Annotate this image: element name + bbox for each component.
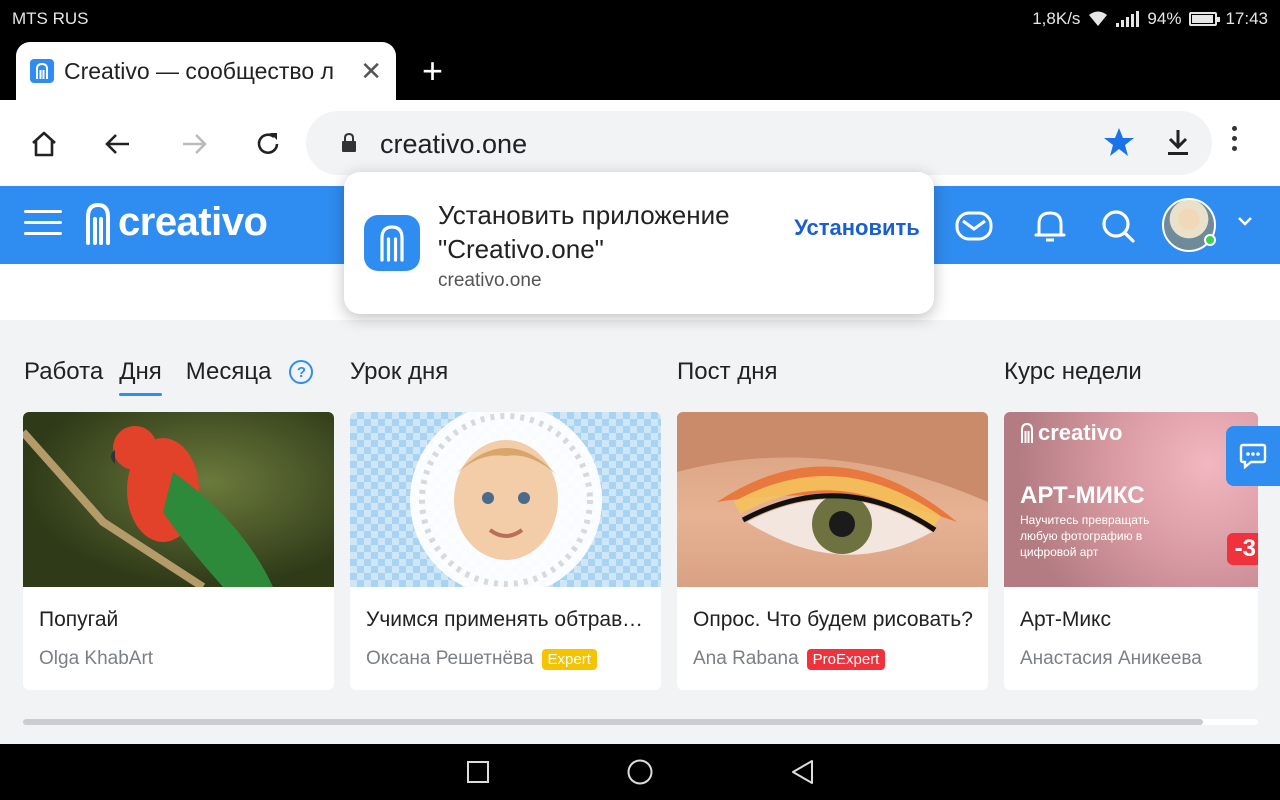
card-title[interactable]: Арт-Микс xyxy=(1020,608,1250,632)
creativo-favicon xyxy=(30,59,54,83)
recent-apps-icon[interactable] xyxy=(466,758,490,791)
featured-content: Работа Дня Месяца ? Урок дня Пост дня Ку… xyxy=(0,320,1280,744)
tab-title: Creativo — сообщество л xyxy=(64,57,334,84)
url-text[interactable]: creativo.one xyxy=(380,129,527,160)
notifications-bell-icon[interactable] xyxy=(1028,204,1072,248)
wifi-icon xyxy=(1088,11,1108,27)
download-icon[interactable] xyxy=(1162,127,1194,164)
horizontal-scrollbar[interactable] xyxy=(23,719,1258,725)
work-of-day-card[interactable]: Попугай Olga KhabArt xyxy=(23,412,334,690)
card-author[interactable]: Ana Rabana ProExpert xyxy=(693,648,886,670)
card-author[interactable]: Анастасия Аникеева xyxy=(1020,648,1202,670)
post-of-day-heading: Пост дня xyxy=(677,358,778,385)
system-navigation-bar xyxy=(0,744,1280,800)
clock: 17:43 xyxy=(1225,9,1268,28)
more-menu-icon[interactable] xyxy=(1232,126,1237,151)
hamburger-menu-icon[interactable] xyxy=(24,210,62,235)
browser-tab[interactable]: Creativo — сообщество л ✕ xyxy=(16,42,396,100)
logo-wordmark: creativo xyxy=(118,200,268,244)
battery-percent: 94% xyxy=(1147,9,1182,28)
back-arrow-icon[interactable] xyxy=(96,122,140,166)
lesson-of-day-card[interactable]: Учимся применять обтравочные маски Оксан… xyxy=(350,412,661,690)
course-of-week-card[interactable]: creativo АРТ-МИКС Научитесь превращать л… xyxy=(1004,412,1258,690)
eye-makeup-image[interactable] xyxy=(677,412,988,587)
network-speed: 1,8K/s xyxy=(1032,9,1081,28)
address-bar[interactable]: creativo.one xyxy=(306,111,1212,175)
messages-icon[interactable] xyxy=(952,204,996,248)
art-mix-promo-image[interactable]: creativo АРТ-МИКС Научитесь превращать л… xyxy=(1004,412,1258,587)
install-app-prompt: Установить приложение "Creativo.one" cre… xyxy=(344,172,934,314)
forward-arrow-icon[interactable] xyxy=(172,122,216,166)
battery-icon xyxy=(1189,12,1221,26)
card-title[interactable]: Попугай xyxy=(39,608,324,632)
help-icon[interactable]: ? xyxy=(289,360,314,384)
parrot-image[interactable] xyxy=(23,412,334,587)
scrollbar-thumb[interactable] xyxy=(23,719,1203,725)
proexpert-badge: ProExpert xyxy=(806,648,886,670)
new-tab-icon[interactable]: + xyxy=(422,50,443,92)
expert-badge: Expert xyxy=(541,648,597,670)
post-of-day-card[interactable]: Опрос. Что будем рисовать? Ana Rabana Pr… xyxy=(677,412,988,690)
close-tab-icon[interactable]: ✕ xyxy=(360,56,382,87)
work-tabs: Работа Дня Месяца ? xyxy=(24,358,314,396)
chevron-down-icon[interactable] xyxy=(1236,212,1254,235)
chat-icon[interactable] xyxy=(1226,426,1280,486)
search-icon[interactable] xyxy=(1096,204,1140,248)
tab-month[interactable]: Месяца xyxy=(186,358,272,386)
course-of-week-heading: Курс недели xyxy=(1004,358,1142,385)
card-author[interactable]: Olga KhabArt xyxy=(39,648,153,670)
lock-icon[interactable] xyxy=(340,132,358,158)
promo-logo: creativo xyxy=(1020,420,1122,446)
home-icon[interactable] xyxy=(22,122,66,166)
discount-badge: -3 xyxy=(1226,533,1258,565)
work-label: Работа xyxy=(24,358,104,385)
card-author[interactable]: Оксана Решетнёва Expert xyxy=(366,648,597,670)
bookmark-star-icon[interactable] xyxy=(1102,125,1136,164)
carrier-name: MTS RUS xyxy=(12,9,89,28)
home-circle-icon[interactable] xyxy=(626,758,654,791)
tab-strip: Creativo — сообщество л ✕ + xyxy=(0,38,1280,100)
promo-headline: АРТ-МИКС xyxy=(1020,482,1145,509)
tab-day[interactable]: Дня xyxy=(119,358,162,396)
baby-lace-frame-image[interactable] xyxy=(350,412,661,587)
reload-icon[interactable] xyxy=(246,122,290,166)
app-icon xyxy=(364,215,420,271)
card-title[interactable]: Учимся применять обтравочные маски xyxy=(366,608,651,632)
install-button[interactable]: Установить xyxy=(794,212,920,244)
online-status-dot xyxy=(1204,234,1216,246)
user-avatar[interactable] xyxy=(1162,198,1216,252)
card-title[interactable]: Опрос. Что будем рисовать? xyxy=(693,608,978,632)
install-site: creativo.one xyxy=(438,270,542,291)
signal-icon xyxy=(1116,11,1140,27)
promo-text: Научитесь превращать любую фотографию в … xyxy=(1020,513,1150,559)
back-triangle-icon[interactable] xyxy=(790,758,816,791)
install-title: Установить приложение "Creativo.one" xyxy=(438,200,730,264)
site-logo[interactable]: creativo xyxy=(84,200,268,245)
status-bar: MTS RUS 1,8K/s 94% 17:43 xyxy=(0,0,1280,38)
lesson-of-day-heading: Урок дня xyxy=(350,358,449,385)
